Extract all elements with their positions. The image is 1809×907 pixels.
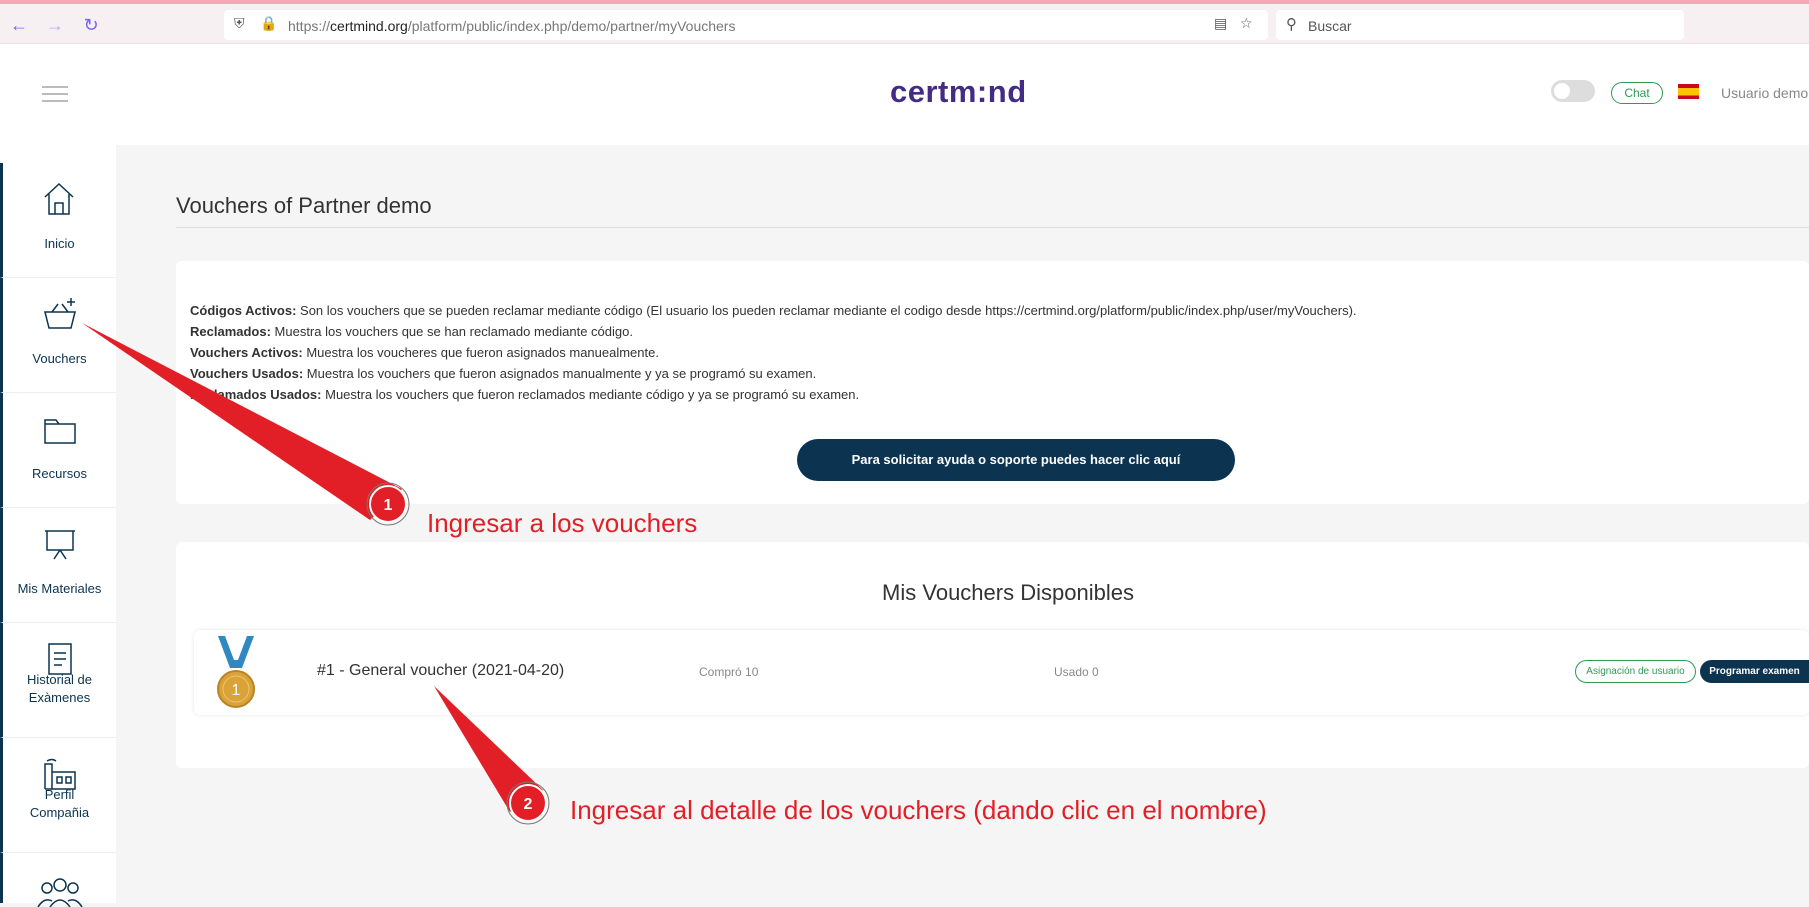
annotation-text-1: Ingresar a los vouchers [427,508,698,538]
annotation-number-1: 1 [384,497,393,514]
annotation-arrow-1 [82,323,402,520]
annotation-number-2: 2 [524,796,533,813]
annotation-overlay: 1 2 [82,323,550,825]
annotation-text-2: Ingresar al detalle de los vouchers (dan… [570,795,1267,825]
